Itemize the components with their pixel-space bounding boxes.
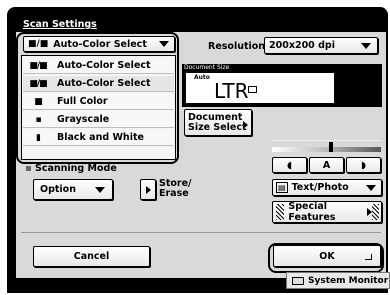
document-size-value: LTR [214, 79, 249, 103]
density-scale [272, 140, 381, 152]
scanning-mode-header: Scanning Mode [26, 163, 117, 174]
document-size-display: Document Size Auto LTR [182, 64, 382, 107]
pattern-icon [276, 204, 285, 220]
document-size-label: Document Size [184, 64, 230, 71]
paper-orientation-icon [248, 86, 257, 93]
document-size-select-button[interactable]: Document Size Select [184, 109, 252, 136]
text-photo-icon: ▤ [276, 182, 288, 193]
cancel-label: Cancel [73, 251, 110, 262]
scan-settings-panel: Scan Settings ■/■ Auto-Color Select ■/■ … [16, 18, 386, 278]
store-erase-line2: Erase [159, 188, 189, 199]
image-type-select[interactable]: ▤ Text/Photo [272, 179, 382, 196]
special-features-button[interactable]: Special Features [272, 201, 382, 223]
density-dots [272, 140, 381, 143]
chevron-right-icon [243, 121, 248, 129]
document-size-inner: Auto LTR [186, 73, 334, 103]
density-auto-label: A [322, 159, 331, 171]
resolution-select[interactable]: 200x200 dpi [264, 37, 378, 54]
density-light-button[interactable]: ◖ [272, 157, 307, 173]
ok-highlight-outline [268, 243, 384, 273]
density-auto-button[interactable]: A [309, 157, 344, 173]
resolution-value: 200x200 dpi [269, 40, 335, 51]
doc-size-line2: Size Select [188, 121, 247, 133]
cancel-button[interactable]: Cancel [33, 246, 150, 267]
chevron-down-icon [361, 42, 371, 49]
chevron-down-icon [95, 186, 105, 193]
resolution-label: Resolution: [208, 41, 269, 52]
image-type-label: Text/Photo [291, 182, 349, 193]
chevron-right-icon [145, 185, 151, 194]
option-label: Option [40, 184, 76, 195]
density-dark-icon: ◗ [360, 159, 366, 171]
doc-size-line1: Document [188, 111, 243, 123]
store-erase-button[interactable] [140, 179, 156, 200]
special-features-label: Special Features [288, 201, 336, 223]
density-light-icon: ◖ [286, 159, 292, 171]
pattern-icon [372, 204, 379, 220]
store-erase-text: Store/ Erase [159, 179, 192, 199]
system-monitor-button[interactable]: System Monitor [286, 272, 390, 289]
option-select[interactable]: Option [33, 179, 113, 200]
monitor-icon [292, 276, 304, 285]
bullet-icon [26, 166, 31, 171]
title-bar: Scan Settings [16, 18, 386, 32]
dropdown-highlight-outline [16, 32, 179, 164]
page-title: Scan Settings [23, 19, 97, 30]
density-bar [272, 147, 381, 152]
divider [21, 232, 381, 233]
chevron-down-icon [366, 184, 376, 191]
system-monitor-label: System Monitor [308, 275, 389, 286]
document-size-auto: Auto [194, 74, 210, 81]
density-dark-button[interactable]: ◗ [346, 157, 381, 173]
density-indicator [329, 142, 333, 152]
scanning-mode-label: Scanning Mode [35, 163, 117, 174]
